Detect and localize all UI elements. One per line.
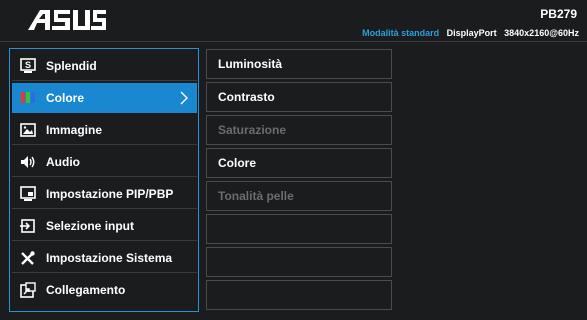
submenu-item-empty	[206, 247, 392, 277]
submenu-item-tonalita-pelle: Tonalità pelle	[206, 181, 392, 211]
header-divider	[0, 41, 587, 42]
submenu-item-colore[interactable]: Colore	[206, 148, 392, 178]
speaker-icon	[20, 154, 36, 170]
menu-item-pip-pbp[interactable]: Impostazione PIP/PBP	[12, 179, 197, 209]
menu-item-label: Impostazione Sistema	[46, 250, 173, 265]
tools-icon	[20, 250, 36, 266]
pip-icon	[20, 185, 36, 202]
submenu-item-contrasto[interactable]: Contrasto	[206, 82, 392, 112]
image-icon	[20, 122, 36, 138]
submenu-item-empty	[206, 214, 392, 244]
menu-item-selezione-input[interactable]: Selezione input	[12, 211, 197, 241]
menu-item-label: Audio	[46, 154, 80, 169]
status-line: Modalità standard DisplayPort 3840x2160@…	[362, 28, 579, 38]
main-menu: S Splendid Colore Immagine Audio Imposta…	[9, 48, 199, 312]
chevron-right-icon	[179, 90, 189, 109]
svg-text:S: S	[25, 60, 31, 70]
resolution: 3840x2160@60Hz	[504, 28, 579, 38]
menu-item-label: Splendid	[46, 58, 97, 73]
color-bars-icon	[20, 90, 36, 106]
menu-item-label: Selezione input	[46, 218, 135, 233]
menu-item-label: Collegamento	[46, 283, 126, 297]
menu-item-audio[interactable]: Audio	[12, 147, 197, 177]
menu-item-label: Colore	[46, 90, 85, 105]
model-name: PB279	[540, 7, 577, 21]
submenu-item-luminosita[interactable]: Luminosità	[206, 49, 392, 79]
menu-item-colore[interactable]: Colore	[12, 83, 197, 113]
submenu-item-empty	[206, 280, 392, 310]
menu-item-splendid[interactable]: S Splendid	[12, 51, 197, 81]
menu-item-label: Impostazione PIP/PBP	[46, 186, 174, 201]
shortcut-icon	[20, 282, 36, 298]
splendid-s-icon: S	[20, 57, 36, 74]
menu-item-impostazione-sistema[interactable]: Impostazione Sistema	[12, 243, 197, 273]
submenu-item-saturazione: Saturazione	[206, 115, 392, 145]
asus-logo	[26, 6, 106, 34]
menu-item-collegamento[interactable]: Collegamento	[12, 275, 197, 305]
display-mode: Modalità standard	[362, 28, 440, 38]
menu-item-immagine[interactable]: Immagine	[12, 115, 197, 145]
input-signal: DisplayPort	[446, 28, 497, 38]
menu-item-label: Immagine	[46, 122, 103, 137]
input-icon	[20, 218, 36, 234]
